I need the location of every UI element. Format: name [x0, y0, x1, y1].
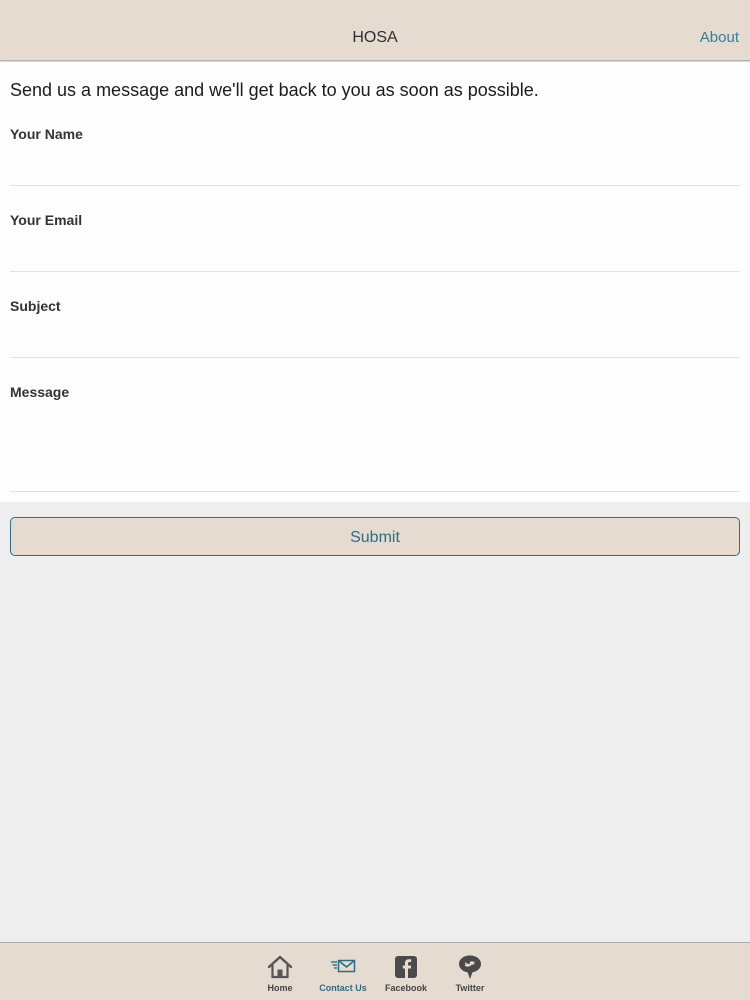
about-link[interactable]: About: [700, 0, 739, 61]
tab-twitter[interactable]: Twitter: [438, 943, 502, 1000]
intro-text: Send us a message and we'll get back to …: [10, 80, 539, 100]
facebook-icon: [395, 956, 417, 978]
twitter-icon: [459, 955, 481, 979]
tab-facebook[interactable]: Facebook: [374, 943, 438, 1000]
bottom-tab-bar: Home Contact Us Facebook Twitter: [0, 942, 750, 1000]
name-field[interactable]: [10, 148, 740, 186]
tab-home[interactable]: Home: [248, 943, 312, 1000]
contact-form: Send us a message and we'll get back to …: [0, 62, 750, 502]
message-field[interactable]: [10, 406, 740, 492]
name-label: Your Name: [10, 126, 83, 142]
mail-icon: [331, 959, 356, 973]
message-label: Message: [10, 384, 70, 400]
tab-contact-us[interactable]: Contact Us: [311, 943, 375, 1000]
email-field[interactable]: [10, 234, 740, 272]
page-title: HOSA: [352, 29, 398, 46]
subject-label: Subject: [10, 298, 61, 314]
tab-contact-us-label: Contact Us: [319, 983, 367, 993]
tab-home-label: Home: [267, 983, 293, 993]
tab-facebook-label: Facebook: [384, 983, 427, 993]
tab-twitter-label: Twitter: [455, 983, 485, 993]
home-icon: [267, 955, 293, 979]
submit-button[interactable]: Submit: [10, 517, 740, 556]
top-navbar: HOSA About: [0, 0, 750, 61]
subject-field[interactable]: [10, 320, 740, 358]
email-label: Your Email: [10, 212, 83, 228]
